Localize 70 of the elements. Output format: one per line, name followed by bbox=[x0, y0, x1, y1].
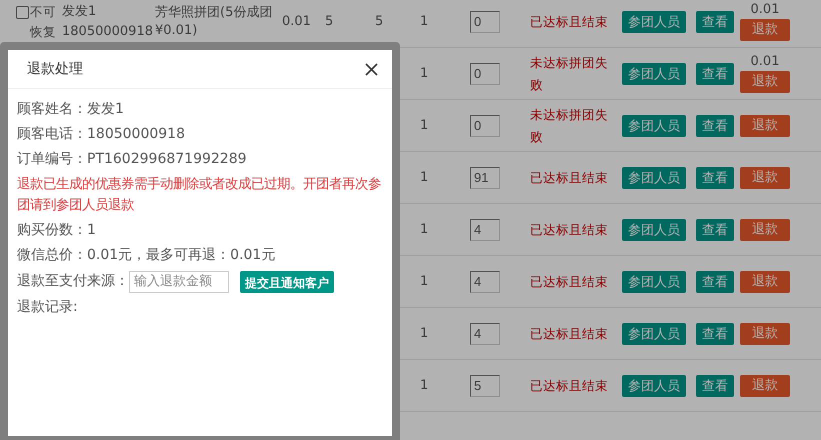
group-status: 已达标且结束 bbox=[530, 272, 609, 290]
warning-message: 退款已生成的优惠券需手动删除或者改成已过期。开团者再次参团请到参团人员退款 bbox=[17, 176, 382, 215]
view-button[interactable]: 查看 bbox=[696, 322, 734, 344]
info-line: 顾客电话：18050000918 bbox=[17, 125, 186, 144]
refund-amount: 0.01 bbox=[750, 54, 780, 70]
refund-button[interactable]: 退款 bbox=[740, 218, 790, 240]
refund-record-label: 退款记录: bbox=[17, 298, 79, 317]
members-button[interactable]: 参团人员 bbox=[622, 374, 686, 396]
members-button[interactable]: 参团人员 bbox=[622, 322, 686, 344]
quantity: 1 bbox=[420, 326, 428, 341]
dialog-title: 退款处理 bbox=[27, 60, 83, 78]
group-status: 已达标且结束 bbox=[530, 376, 609, 394]
info-line: 顾客姓名：发发1 bbox=[17, 100, 125, 119]
quantity: 1 bbox=[420, 378, 428, 393]
quantity: 1 bbox=[420, 222, 428, 237]
refund-button[interactable]: 退款 bbox=[740, 19, 790, 41]
count-field[interactable]: 0 bbox=[470, 10, 500, 32]
refund-button[interactable]: 退款 bbox=[740, 166, 790, 188]
group-status: 未达标拼团失败 bbox=[530, 54, 609, 94]
customer-phone: 18050000918 bbox=[62, 22, 154, 40]
view-button[interactable]: 查看 bbox=[696, 10, 734, 32]
price: 0.01 bbox=[282, 14, 311, 29]
quantity: 1 bbox=[420, 66, 428, 81]
quantity: 1 bbox=[420, 14, 428, 29]
refund-amount-field[interactable]: 输入退款金额 bbox=[129, 270, 229, 292]
count-field[interactable]: 91 bbox=[470, 166, 500, 188]
customer-name: 发发1 bbox=[62, 2, 98, 20]
view-button[interactable]: 查看 bbox=[696, 270, 734, 292]
refund-button[interactable]: 退款 bbox=[740, 71, 790, 93]
count-field[interactable]: 5 bbox=[470, 374, 500, 396]
quantity: 1 bbox=[420, 170, 428, 185]
count-field[interactable]: 0 bbox=[470, 62, 500, 84]
quantity: 1 bbox=[420, 274, 428, 289]
view-button[interactable]: 查看 bbox=[696, 166, 734, 188]
members-button[interactable]: 参团人员 bbox=[622, 10, 686, 32]
view-button[interactable]: 查看 bbox=[696, 218, 734, 240]
members-button[interactable]: 参团人员 bbox=[622, 62, 686, 84]
group-status: 已达标且结束 bbox=[530, 12, 609, 30]
view-button[interactable]: 查看 bbox=[696, 62, 734, 84]
status-note: 不可恢复 bbox=[30, 2, 57, 40]
group-status: 未达标拼团失败 bbox=[530, 106, 609, 146]
table-cell: 5 bbox=[325, 14, 334, 29]
refund-button[interactable]: 退款 bbox=[740, 374, 790, 396]
view-button[interactable]: 查看 bbox=[696, 114, 734, 136]
group-status: 已达标且结束 bbox=[530, 168, 609, 186]
quantity: 1 bbox=[420, 118, 428, 133]
members-button[interactable]: 参团人员 bbox=[622, 166, 686, 188]
checkbox[interactable] bbox=[16, 6, 29, 18]
view-button[interactable]: 查看 bbox=[696, 374, 734, 396]
members-button[interactable]: 参团人员 bbox=[622, 270, 686, 292]
count-field[interactable]: 4 bbox=[470, 218, 500, 240]
info-line: 订单编号：PT1602996871992289 bbox=[17, 150, 248, 169]
refund-button[interactable]: 退款 bbox=[740, 114, 790, 136]
count-field[interactable]: 4 bbox=[470, 270, 500, 292]
count-field[interactable]: 4 bbox=[470, 322, 500, 344]
close-icon[interactable] bbox=[365, 62, 378, 76]
product-name: 芳华照拼团(5份成团¥0.01) bbox=[155, 4, 274, 40]
table-cell: 5 bbox=[375, 14, 384, 29]
members-button[interactable]: 参团人员 bbox=[622, 114, 686, 136]
group-status: 已达标且结束 bbox=[530, 324, 609, 342]
members-button[interactable]: 参团人员 bbox=[622, 218, 686, 240]
info-line: 微信总价：0.01元，最多可再退：0.01元 bbox=[17, 246, 276, 265]
group-status: 已达标且结束 bbox=[530, 220, 609, 238]
refund-source-label: 退款至支付来源： bbox=[17, 272, 129, 291]
refund-button[interactable]: 退款 bbox=[740, 270, 790, 292]
count-field[interactable]: 0 bbox=[470, 114, 500, 136]
submit-button[interactable]: 提交且通知客户 bbox=[240, 270, 334, 292]
info-line: 购买份数：1 bbox=[17, 221, 97, 240]
refund-button[interactable]: 退款 bbox=[740, 322, 790, 344]
refund-amount: 0.01 bbox=[750, 2, 780, 18]
